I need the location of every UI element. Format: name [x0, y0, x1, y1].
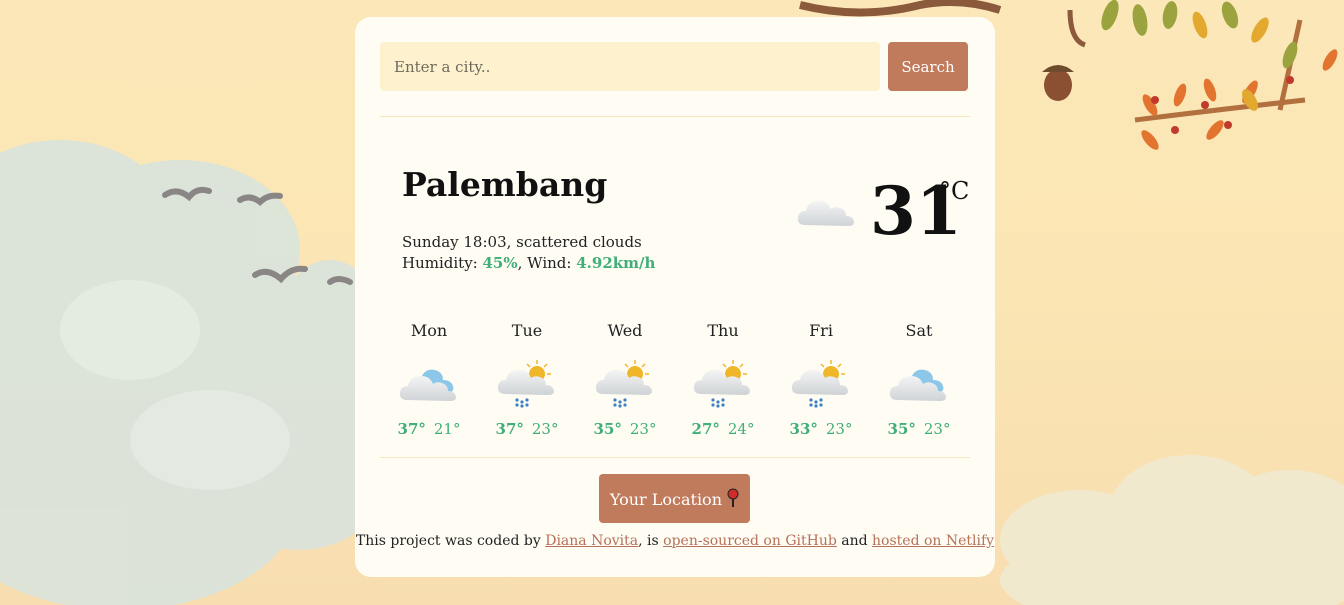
forecast-max: 37° [495, 420, 524, 438]
current-details: Sunday 18:03, scattered clouds Humidity:… [402, 232, 655, 274]
footer-prefix: This project was coded by [355, 533, 546, 549]
forecast-min: 24° [727, 420, 755, 438]
forecast-max: 27° [691, 420, 720, 438]
footer-middle-1: , is [638, 533, 664, 549]
forecast-day: Sat 35° 23° [870, 317, 968, 438]
github-link[interactable]: open-sourced on GitHub [663, 533, 837, 549]
forecast-day: Fri 33° 23° [772, 317, 870, 438]
forecast-day-name: Tue [511, 321, 543, 340]
forecast-day-name: Thu [707, 321, 739, 340]
footer: This project was coded by Diana Novita, … [355, 533, 995, 549]
rain-sun-icon [497, 360, 554, 408]
city-search-input[interactable] [380, 42, 880, 91]
forecast-day: Wed 35° 23° [576, 317, 674, 438]
footer-middle-2: and [836, 533, 873, 549]
scattered-clouds-icon [797, 201, 854, 226]
birds [162, 186, 353, 285]
forecast-day-name: Sat [905, 321, 933, 340]
forecast-min: 23° [629, 420, 657, 438]
wind-value: 4.92km/h [576, 254, 656, 272]
your-location-label: Your Location [609, 490, 722, 509]
forecast-max: 37° [397, 420, 426, 438]
humidity-wind-line: Humidity: 45%, Wind: 4.92km/h [402, 253, 655, 274]
search-button[interactable]: Search [888, 42, 968, 91]
rain-sun-icon [693, 360, 750, 408]
forecast-min: 23° [923, 420, 951, 438]
bottom-divider [380, 457, 970, 458]
wind-label: , Wind: [517, 254, 577, 272]
forecast: Mon 37° 21° Tue 37° 23° Wed 35° 23° Thu … [380, 317, 970, 457]
search-form: Search [380, 42, 968, 91]
rain-sun-icon [595, 360, 652, 408]
forecast-max: 35° [593, 420, 622, 438]
forecast-max: 33° [789, 420, 818, 438]
forecast-min: 21° [433, 420, 461, 438]
top-divider [380, 116, 970, 117]
broken-clouds-icon [889, 369, 946, 401]
current-description: scattered clouds [516, 233, 642, 251]
forecast-day-name: Mon [410, 321, 448, 340]
forecast-day: Thu 27° 24° [674, 317, 772, 438]
forecast-day: Tue 37° 23° [478, 317, 576, 438]
current-day-time: Sunday 18:03 [402, 233, 507, 251]
forecast-min: 23° [531, 420, 559, 438]
forecast-day-name: Fri [809, 321, 833, 340]
humidity-label: Humidity: [402, 254, 483, 272]
broken-clouds-icon [399, 369, 456, 401]
your-location-button[interactable]: Your Location [599, 474, 750, 523]
right-clouds [1000, 455, 1344, 605]
humidity-value: 45% [482, 254, 518, 272]
author-link[interactable]: Diana Novita [545, 533, 638, 549]
forecast-min: 23° [825, 420, 853, 438]
pin-icon [727, 488, 739, 507]
date-description-line: Sunday 18:03, scattered clouds [402, 233, 642, 251]
netlify-link[interactable]: hosted on Netlify [872, 533, 994, 549]
weather-card: Search Palembang Sunday 18:03, scattered… [355, 17, 995, 577]
rain-sun-icon [791, 360, 848, 408]
forecast-max: 35° [887, 420, 916, 438]
temperature-unit: °C [939, 177, 970, 205]
left-clouds [0, 140, 390, 605]
forecast-day-name: Wed [607, 321, 643, 340]
forecast-day: Mon 37° 21° [380, 317, 478, 438]
city-name: Palembang [402, 165, 608, 204]
